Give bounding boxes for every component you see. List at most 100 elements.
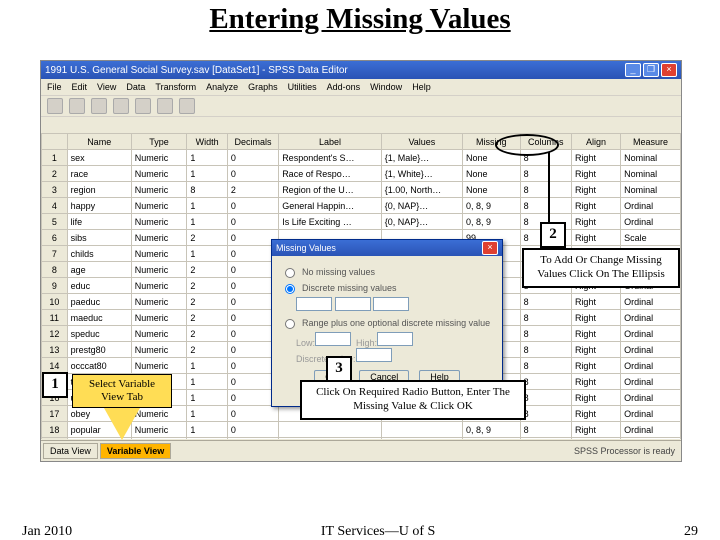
cell[interactable]: 1	[187, 390, 228, 406]
cell[interactable]: Right	[571, 342, 620, 358]
cell[interactable]: 2	[187, 278, 228, 294]
cell[interactable]: Right	[571, 166, 620, 182]
range-high[interactable]	[377, 332, 413, 346]
cell[interactable]: Ordinal	[621, 374, 681, 390]
radio-discrete[interactable]	[285, 284, 295, 294]
cell[interactable]: Ordinal	[621, 294, 681, 310]
cell[interactable]: Numeric	[131, 230, 187, 246]
cell[interactable]: 1	[187, 438, 228, 440]
cell[interactable]: Numeric	[131, 294, 187, 310]
cell[interactable]: 1	[187, 358, 228, 374]
cell[interactable]: Ordinal	[621, 342, 681, 358]
cell[interactable]: 8	[520, 198, 571, 214]
cell[interactable]: 2	[187, 342, 228, 358]
cell[interactable]: 0, 8, 9	[462, 198, 520, 214]
cell[interactable]	[279, 438, 382, 440]
cell[interactable]: speduc	[67, 326, 131, 342]
cell[interactable]: Right	[571, 422, 620, 438]
cell[interactable]: maeduc	[67, 310, 131, 326]
cell[interactable]: 4	[42, 198, 68, 214]
cell[interactable]: 0, 8, 9	[462, 214, 520, 230]
table-row[interactable]: 3regionNumeric82Region of the U…{1.00, N…	[42, 182, 681, 198]
cell[interactable]: Numeric	[131, 342, 187, 358]
range-discrete[interactable]	[356, 348, 392, 362]
cell[interactable]: Numeric	[131, 246, 187, 262]
cell[interactable]: 1	[187, 214, 228, 230]
cell[interactable]: Right	[571, 294, 620, 310]
print-icon[interactable]	[91, 98, 107, 114]
save-icon[interactable]	[69, 98, 85, 114]
cell[interactable]: Nominal	[621, 182, 681, 198]
cell[interactable]: Right	[571, 182, 620, 198]
cell[interactable]: Numeric	[131, 278, 187, 294]
cell[interactable]: 1	[187, 246, 228, 262]
cell[interactable]: 2	[227, 182, 278, 198]
cell[interactable]: 8	[520, 342, 571, 358]
table-row[interactable]: 1sexNumeric10Respondent's S…{1, Male}…No…	[42, 150, 681, 166]
cell[interactable]: 8	[520, 166, 571, 182]
cell[interactable]: Right	[571, 310, 620, 326]
cell[interactable]: None	[462, 166, 520, 182]
radio-none[interactable]	[285, 268, 295, 278]
discrete-value-1[interactable]	[296, 297, 332, 311]
cell[interactable]: life	[67, 214, 131, 230]
col-header[interactable]	[42, 134, 68, 150]
cell[interactable]: 0, 8, 9	[462, 438, 520, 440]
cell[interactable]: 17	[42, 406, 68, 422]
cell[interactable]	[279, 422, 382, 438]
open-icon[interactable]	[47, 98, 63, 114]
cell[interactable]: childs	[67, 246, 131, 262]
cell[interactable]: 0, 8, 9	[462, 422, 520, 438]
col-header[interactable]: Label	[279, 134, 382, 150]
cell[interactable]: race	[67, 166, 131, 182]
cell[interactable]: Right	[571, 214, 620, 230]
cell[interactable]: 2	[187, 310, 228, 326]
menu-data[interactable]: Data	[126, 82, 145, 92]
cell[interactable]: 8	[520, 182, 571, 198]
cell[interactable]: 1	[187, 374, 228, 390]
menu-help[interactable]: Help	[412, 82, 431, 92]
cell[interactable]: 1	[187, 422, 228, 438]
col-header[interactable]: Align	[571, 134, 620, 150]
toolbar[interactable]	[41, 96, 681, 117]
find-icon[interactable]	[157, 98, 173, 114]
cell[interactable]: Nominal	[621, 166, 681, 182]
cell[interactable]: Right	[571, 230, 620, 246]
cell[interactable]: 19	[42, 438, 68, 440]
menu-view[interactable]: View	[97, 82, 116, 92]
cell[interactable]: Numeric	[131, 150, 187, 166]
cell[interactable]: 8	[520, 422, 571, 438]
table-row[interactable]: 2raceNumeric10Race of Respo…{1, White}…N…	[42, 166, 681, 182]
cell[interactable]: 2	[187, 230, 228, 246]
cell[interactable]: 0	[227, 438, 278, 440]
cell[interactable]: 1	[187, 198, 228, 214]
cell[interactable]: 11	[42, 310, 68, 326]
minimize-icon[interactable]: _	[625, 63, 641, 77]
cell[interactable]: 0	[227, 422, 278, 438]
cell[interactable]: paeduc	[67, 294, 131, 310]
menu-utilities[interactable]: Utilities	[288, 82, 317, 92]
close-icon[interactable]: ×	[482, 241, 498, 255]
cell[interactable]: 8	[520, 438, 571, 440]
cell[interactable]: 8	[520, 374, 571, 390]
cell[interactable]: Right	[571, 374, 620, 390]
cell[interactable]: Numeric	[131, 182, 187, 198]
chart-icon[interactable]	[179, 98, 195, 114]
discrete-value-2[interactable]	[335, 297, 371, 311]
col-header[interactable]: Decimals	[227, 134, 278, 150]
cell[interactable]: 5	[42, 214, 68, 230]
menu-add-ons[interactable]: Add-ons	[327, 82, 361, 92]
cell[interactable]: None	[462, 182, 520, 198]
cell[interactable]: Right	[571, 150, 620, 166]
cell[interactable]: 1	[187, 406, 228, 422]
cell[interactable]: Numeric	[131, 214, 187, 230]
cell[interactable]: 9	[42, 278, 68, 294]
menu-analyze[interactable]: Analyze	[206, 82, 238, 92]
cell[interactable]: prestg80	[67, 342, 131, 358]
col-header[interactable]: Name	[67, 134, 131, 150]
cell[interactable]: 12	[42, 326, 68, 342]
cell[interactable]: 0	[227, 406, 278, 422]
cell[interactable]: Right	[571, 406, 620, 422]
redo-icon[interactable]	[135, 98, 151, 114]
cell[interactable]: 8	[520, 294, 571, 310]
